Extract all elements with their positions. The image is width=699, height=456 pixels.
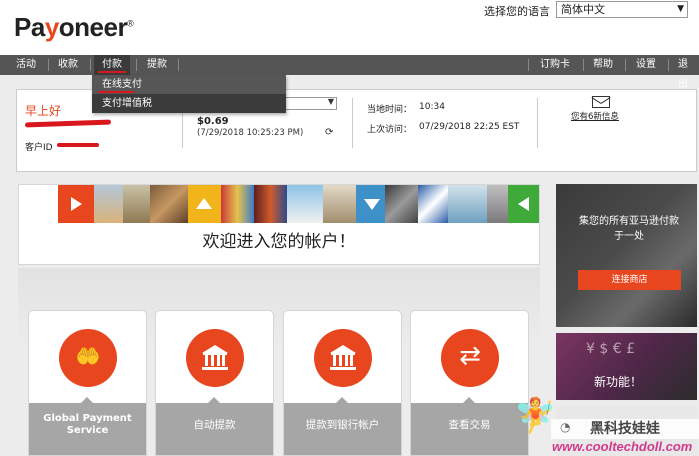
language-select[interactable]: 简体中文 ▼ [556,1,688,18]
last-visit-label: 上次访问： [367,125,413,135]
messages-link[interactable]: 您有6新信息 [571,110,619,122]
tile-footer: Global Payment Service [29,397,146,455]
nav-item-withdraw[interactable]: 提款 [139,55,175,75]
menu-item-label: 支付增值税 [102,98,152,109]
tile-global-payment-service[interactable]: 🤲 Global Payment Service [28,310,147,456]
chevron-down-icon: ▼ [327,97,334,106]
envelope-icon[interactable] [592,96,610,108]
panel-divider [537,98,538,148]
nav-separator [48,59,49,71]
menu-item-label: 在线支付 [102,79,142,90]
welcome-title: 欢迎进入您的帐户！ [202,232,356,252]
menu-item-pay-vat[interactable]: 支付增值税 [92,94,286,113]
watermark-url: www.cooltechdoll.com [552,439,693,454]
annotation-underline [98,91,134,93]
local-time-label: 当地时间： [367,105,413,115]
tile-footer: 查看交易 [411,397,528,455]
customer-id-label: 客户ID [25,143,53,153]
nav-item-receive[interactable]: 收款 [50,55,86,75]
nav-item-pay-label: 付款 [102,59,122,70]
greeting: 早上好 [25,104,62,118]
triangle-up-icon [188,185,222,223]
language-value: 简体中文 [561,3,605,16]
nav-separator [625,59,626,71]
local-time-value: 10:34 [419,102,445,112]
last-visit-value: 07/29/2018 22:25 EST [419,122,520,132]
balance-amount: $0.69 [197,116,229,127]
nav-item-logout[interactable]: 退出 [670,55,699,90]
nav-item-settings[interactable]: 设置 [628,55,664,75]
hand-coin-icon: 🤲 [59,329,117,387]
nav-separator [583,59,584,71]
bank-icon [186,329,244,387]
nav-separator [178,59,179,71]
nav-item-help[interactable]: 帮助 [585,55,621,75]
connect-store-button[interactable]: 连接商店 [578,270,681,290]
redaction-scribble [57,143,99,147]
tile-auto-withdraw[interactable]: 自动提款 [155,310,274,456]
welcome-banner: 欢迎进入您的帐户！ [18,184,540,265]
menu-item-online-payment[interactable]: 在线支付 [92,75,286,94]
amazon-stores-ad: 集您的所有亚马逊付款于一处 连接商店 [556,184,697,327]
nav-separator [668,59,669,71]
chevron-down-icon: ▼ [677,4,684,14]
banner-image-strip [19,185,539,223]
payoneer-logo[interactable]: Payoneer® [14,12,134,43]
tile-view-transactions[interactable]: ⇄ 查看交易 [410,310,529,456]
tile-label: 查看交易 [448,419,491,431]
balance-currency-select[interactable]: ▼ [285,97,337,110]
balance-timestamp: (7/29/2018 10:25:23 PM) [197,128,304,138]
refresh-icon[interactable]: ⟳ [325,127,333,138]
language-label: 选择您的语言 [484,5,550,18]
new-feature-text: 新功能！ [594,375,643,389]
tile-footer: 提款到银行帐户 [284,397,401,455]
pay-dropdown-menu: 在线支付 支付增值税 [92,75,286,113]
watermark-title: 黑科技娃娃 [590,421,660,437]
nav-item-order-card[interactable]: 订购卡 [532,55,578,75]
play-right-icon [57,185,95,223]
panel-divider [352,98,353,148]
main-nav: 活动 收款 付款 提款 订购卡 帮助 设置 退出 [0,55,699,90]
nav-item-activity[interactable]: 活动 [8,55,44,75]
amazon-ad-text: 集您的所有亚马逊付款于一处 [579,216,679,242]
nav-separator [136,59,137,71]
tile-label: 自动提款 [193,419,236,431]
tile-label: Global Payment Service [43,413,132,436]
new-feature-ad[interactable]: ¥ $ € £ 新功能！ [556,333,697,400]
play-left-icon [508,185,539,223]
redaction-scribble [24,119,112,128]
tile-label: 提款到银行帐户 [305,419,380,431]
nav-item-pay[interactable]: 付款 [94,55,130,75]
header: Payoneer® 选择您的语言 简体中文 ▼ [0,0,699,55]
triangle-down-icon [356,185,385,223]
nav-separator [528,59,529,71]
tile-withdraw-to-bank[interactable]: 提款到银行帐户 [283,310,402,456]
exchange-arrows-icon: ⇄ [441,329,499,387]
tile-footer: 自动提款 [156,397,273,455]
fairy-logo-icon: 🧚 [514,396,557,436]
bank-icon [314,329,372,387]
annotation-underline [98,71,126,73]
currency-symbols-icon: ¥ $ € £ [586,341,635,357]
wechat-icon: ◔ [560,420,571,434]
nav-separator [90,59,91,71]
